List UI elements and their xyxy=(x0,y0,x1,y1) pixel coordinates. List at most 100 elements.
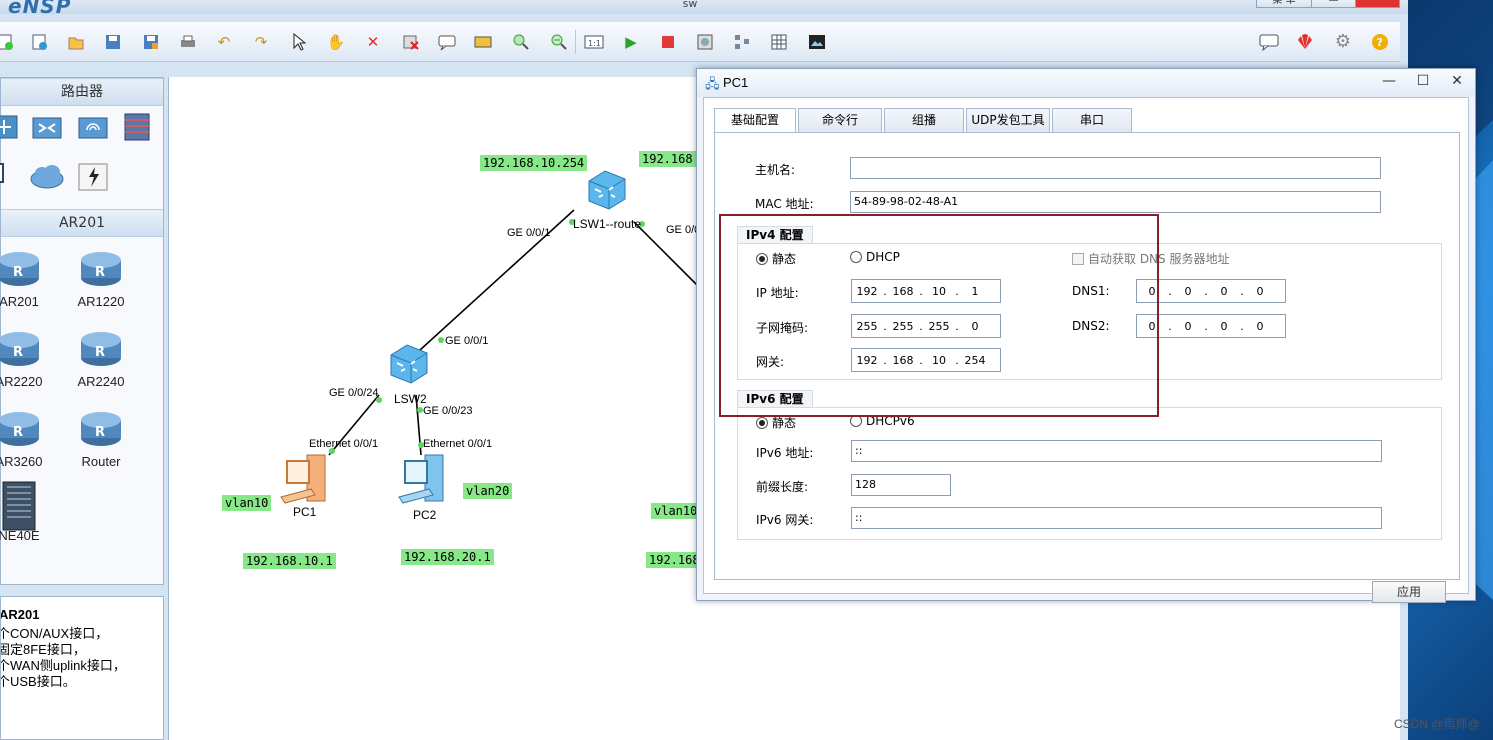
router-ar2240[interactable]: R AR2240 xyxy=(61,328,141,389)
router-icon: R xyxy=(0,408,41,448)
device-description: AR201 个CON/AUX接口， 固定8FE接口， 个WAN侧uplink接口… xyxy=(0,596,164,740)
print-icon[interactable] xyxy=(177,31,199,53)
topology-icon[interactable] xyxy=(731,31,753,53)
ipv6-address-input[interactable]: :: xyxy=(851,440,1382,462)
description-line: 个WAN侧uplink接口， xyxy=(0,658,126,673)
port-label: GE 0/0/23 xyxy=(423,405,473,417)
vlan-label[interactable]: vlan10 xyxy=(651,503,701,519)
open-icon[interactable] xyxy=(65,31,87,53)
chat-icon[interactable] xyxy=(1258,31,1280,53)
fit-view-icon[interactable]: 1:1 xyxy=(583,31,605,53)
settings-gear-icon[interactable]: ⚙ xyxy=(1332,31,1354,53)
pc1-icon[interactable] xyxy=(277,453,333,508)
router-ar2220[interactable]: R AR2220 xyxy=(0,328,59,389)
router-ar3260[interactable]: R AR3260 xyxy=(0,408,59,469)
pc2-icon[interactable] xyxy=(395,453,451,508)
port-label: Ethernet 0/0/1 xyxy=(309,438,379,450)
vlan-label[interactable]: vlan20 xyxy=(463,483,513,499)
tab-multicast[interactable]: 组播 xyxy=(884,108,964,132)
minimize-button[interactable]: — xyxy=(1312,0,1356,8)
rectangle-icon[interactable] xyxy=(472,31,494,53)
subnet-mask-input[interactable]: 255. 255. 255. 0 xyxy=(851,314,1001,338)
ipv6-gateway-input[interactable]: :: xyxy=(851,507,1382,529)
redo-icon[interactable]: ↷ xyxy=(250,31,272,53)
huawei-logo-icon[interactable] xyxy=(1294,31,1316,53)
gateway-label: 网关: xyxy=(756,355,785,369)
close-button[interactable]: ✕ xyxy=(1441,71,1473,91)
tab-udp-tool[interactable]: UDP发包工具 xyxy=(966,108,1050,132)
switch-category-icon[interactable] xyxy=(31,112,63,142)
menu-button[interactable]: 菜 单 xyxy=(1256,0,1312,8)
ipv4-static-radio[interactable]: 静态 xyxy=(756,250,796,267)
save-as-icon[interactable] xyxy=(140,31,162,53)
text-note-icon[interactable] xyxy=(436,31,458,53)
zoom-in-icon[interactable] xyxy=(510,31,532,53)
new-example-icon[interactable] xyxy=(28,31,50,53)
ip-label[interactable]: 192.168.20.1 xyxy=(401,549,494,565)
lsw1-label[interactable]: LSW1--route xyxy=(573,217,641,231)
description-line: 个USB接口。 xyxy=(0,674,76,689)
ip-label[interactable]: 192.168.10.1 xyxy=(243,553,336,569)
firewall-category-icon[interactable] xyxy=(121,112,153,142)
tab-basic-config[interactable]: 基础配置 xyxy=(714,108,796,133)
prefix-length-label: 前缀长度: xyxy=(756,480,809,494)
lsw1-switch-icon[interactable] xyxy=(585,167,629,214)
gateway-label[interactable]: 192.168 xyxy=(639,151,696,167)
ipv6-gateway-label: IPv6 网关: xyxy=(756,513,814,527)
maximize-button[interactable]: ☐ xyxy=(1407,71,1439,91)
cloud-category-icon[interactable] xyxy=(29,162,64,192)
lsw2-switch-icon[interactable] xyxy=(387,341,431,388)
vlan-label[interactable]: vlan10 xyxy=(222,495,272,511)
undo-icon[interactable]: ↶ xyxy=(213,31,235,53)
dns1-input[interactable]: 0.0.0.0 xyxy=(1136,279,1286,303)
capture-icon[interactable] xyxy=(694,31,716,53)
gateway-label[interactable]: 192.168.10.254 xyxy=(480,155,588,171)
tab-command-line[interactable]: 命令行 xyxy=(798,108,882,132)
select-cursor-icon[interactable] xyxy=(288,31,310,53)
grid-icon[interactable] xyxy=(768,31,790,53)
wlan-category-icon[interactable] xyxy=(77,112,109,142)
router-ne40e[interactable]: NE40E xyxy=(0,481,59,543)
delete-icon[interactable]: ✕ xyxy=(362,31,384,53)
prefix-length-input[interactable]: 128 xyxy=(851,474,951,496)
new-topology-icon[interactable] xyxy=(0,31,16,53)
ipv6-static-radio[interactable]: 静态 xyxy=(756,414,796,431)
router-generic[interactable]: R Router xyxy=(61,408,141,469)
screenshot-icon[interactable] xyxy=(806,31,828,53)
zoom-out-icon[interactable] xyxy=(548,31,570,53)
gateway-input[interactable]: 192. 168. 10. 254 xyxy=(851,348,1001,372)
pc-category-icon[interactable] xyxy=(0,162,17,192)
router-icon: R xyxy=(79,408,123,448)
minimize-button[interactable]: — xyxy=(1373,71,1405,91)
delete-link-icon[interactable] xyxy=(400,31,422,53)
ipv6-dhcp-radio[interactable]: DHCPv6 xyxy=(850,414,915,428)
stop-icon[interactable] xyxy=(657,31,679,53)
pc-icon: 🖧 xyxy=(705,77,720,92)
connection-category-icon[interactable] xyxy=(77,162,109,192)
ip-label[interactable]: 192.168 xyxy=(646,552,703,568)
lsw2-label[interactable]: LSW2 xyxy=(394,392,427,406)
dns2-input[interactable]: 0.0.0.0 xyxy=(1136,314,1286,338)
svg-text:R: R xyxy=(95,265,105,280)
mac-label: MAC 地址: xyxy=(755,197,814,211)
svg-text:R: R xyxy=(13,425,23,440)
apply-button[interactable]: 应用 xyxy=(1372,581,1446,603)
pc2-label[interactable]: PC2 xyxy=(413,508,436,522)
pc1-label[interactable]: PC1 xyxy=(293,505,316,519)
help-icon[interactable]: ? xyxy=(1369,31,1391,53)
ip-address-input[interactable]: 192. 168. 10. 1 xyxy=(851,279,1001,303)
router-ar201[interactable]: R AR201 xyxy=(0,248,59,309)
save-icon[interactable] xyxy=(102,31,124,53)
dialog-title: PC1 xyxy=(723,75,749,90)
mac-input[interactable]: 54-89-98-02-48-A1 xyxy=(850,191,1381,213)
tab-serial[interactable]: 串口 xyxy=(1052,108,1132,132)
router-category-icon[interactable] xyxy=(0,112,21,142)
router-ar1220[interactable]: R AR1220 xyxy=(61,248,141,309)
title-bar: eNSP sw 菜 单 — xyxy=(0,0,1408,18)
start-icon[interactable]: ▶ xyxy=(620,31,642,53)
close-button[interactable] xyxy=(1356,0,1400,8)
auto-dns-checkbox[interactable]: 自动获取 DNS 服务器地址 xyxy=(1072,250,1229,267)
pan-hand-icon[interactable]: ✋ xyxy=(325,31,347,53)
ipv4-dhcp-radio[interactable]: DHCP xyxy=(850,250,900,264)
hostname-input[interactable] xyxy=(850,157,1381,179)
